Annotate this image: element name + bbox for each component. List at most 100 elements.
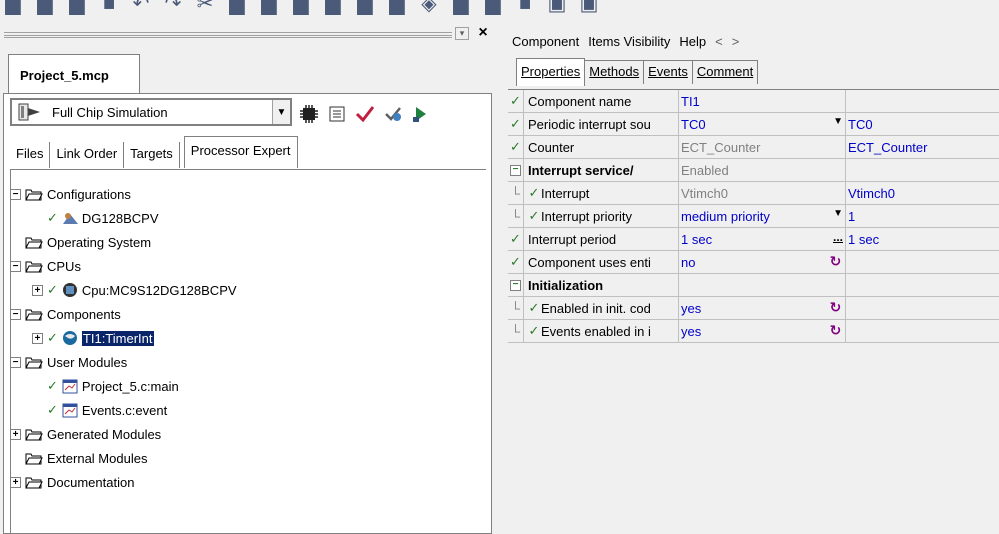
chevron-down-icon[interactable]: ▼ bbox=[833, 208, 843, 219]
tab-properties[interactable]: Properties bbox=[516, 58, 586, 86]
toggle-icon[interactable]: ↻ bbox=[828, 254, 843, 269]
redo-icon[interactable]: ↷ bbox=[162, 0, 184, 16]
property-row[interactable]: ✓ Component name TI1 bbox=[508, 90, 999, 113]
property-value[interactable]: 1 sec... bbox=[679, 228, 846, 250]
find-next-icon[interactable]: ▆ bbox=[322, 0, 344, 16]
cut-icon[interactable]: ✂ bbox=[194, 0, 216, 16]
find-icon[interactable]: ▆ bbox=[290, 0, 312, 16]
save-icon[interactable]: ■ bbox=[98, 0, 120, 16]
tree-item[interactable]: − Configurations bbox=[10, 182, 480, 206]
property-row[interactable]: ✓ Periodic interrupt sou TC0 ▼ TC0 bbox=[508, 113, 999, 136]
tree-item[interactable]: + ✓ TI1:TimerInt bbox=[10, 326, 480, 350]
property-row[interactable]: − Initialization bbox=[508, 274, 999, 297]
replace-icon[interactable]: ▆ bbox=[354, 0, 376, 16]
tree-item[interactable]: − CPUs bbox=[10, 254, 480, 278]
generate-code-icon[interactable] bbox=[382, 104, 404, 124]
tab-targets[interactable]: Targets bbox=[124, 142, 180, 168]
expand-icon[interactable]: + bbox=[32, 284, 43, 296]
stop-icon[interactable]: ■ bbox=[514, 0, 536, 16]
folder-icon[interactable]: ▆ bbox=[66, 0, 88, 16]
new-icon[interactable]: ▆ bbox=[2, 0, 24, 16]
tree-item[interactable]: + ✓ Cpu:MC9S12DG128BCPV bbox=[10, 278, 480, 302]
property-value[interactable]: no ↻ bbox=[679, 251, 846, 273]
make-icon[interactable]: ▆ bbox=[482, 0, 504, 16]
tree-item[interactable]: ✓ Events.c:event bbox=[10, 398, 480, 422]
tree-item[interactable]: External Modules bbox=[10, 446, 480, 470]
property-name: Interrupt service/ bbox=[524, 159, 679, 181]
minus-box[interactable]: − bbox=[510, 279, 521, 291]
settings-list-icon[interactable] bbox=[326, 104, 348, 124]
toggle-icon[interactable]: ↻ bbox=[828, 323, 843, 338]
checkmark-icon: ✓ bbox=[47, 378, 58, 393]
chevron-down-icon[interactable]: ▼ bbox=[272, 100, 290, 124]
collapse-icon[interactable]: − bbox=[10, 356, 21, 368]
property-row[interactable]: └ ✓ Events enabled in i yes ↻ bbox=[508, 320, 999, 343]
property-value[interactable]: medium priority ▼ bbox=[679, 205, 846, 227]
chip-icon[interactable] bbox=[298, 104, 320, 124]
property-name: Component uses enti bbox=[524, 251, 679, 273]
property-value-text: Enabled bbox=[681, 162, 729, 178]
tree-item[interactable]: + Documentation bbox=[10, 470, 480, 494]
collapse-icon[interactable]: − bbox=[10, 188, 21, 200]
collapse-icon[interactable]: − bbox=[508, 274, 524, 296]
minus-box[interactable]: − bbox=[510, 164, 521, 176]
property-value[interactable]: yes ↻ bbox=[679, 297, 846, 319]
back-icon[interactable]: < bbox=[715, 34, 723, 49]
window-icon[interactable]: ▆ bbox=[386, 0, 408, 16]
component-icon[interactable]: ▆ bbox=[450, 0, 472, 16]
property-name-text: Counter bbox=[528, 139, 575, 155]
properties-icon[interactable]: ▣ bbox=[578, 0, 600, 16]
forward-icon[interactable]: > bbox=[732, 34, 740, 49]
expand-icon[interactable]: + bbox=[32, 332, 43, 344]
undo-icon[interactable]: ↶ bbox=[130, 0, 152, 16]
menu-items-visibility[interactable]: Items Visibility bbox=[588, 34, 670, 49]
tab-processor-expert[interactable]: Processor Expert bbox=[183, 136, 298, 168]
property-row[interactable]: − Interrupt service/Enabled bbox=[508, 159, 999, 182]
run-icon[interactable] bbox=[410, 104, 432, 124]
tree-item[interactable]: − User Modules bbox=[10, 350, 480, 374]
property-row[interactable]: └ ✓ Enabled in init. cod yes ↻ bbox=[508, 297, 999, 320]
debug-icon[interactable]: ◈ bbox=[418, 0, 440, 16]
tab-files[interactable]: Files bbox=[10, 142, 51, 168]
project-file-tab[interactable]: Project_5.mcp bbox=[8, 54, 140, 94]
window-list-icon[interactable]: ▣ bbox=[546, 0, 568, 16]
property-row[interactable]: ✓ Counter ECT_Counter ECT_Counter bbox=[508, 136, 999, 159]
menu-help[interactable]: Help bbox=[679, 34, 706, 49]
collapse-icon[interactable]: − bbox=[10, 308, 21, 320]
toggle-icon[interactable]: ↻ bbox=[828, 300, 843, 315]
tab-comment[interactable]: Comment bbox=[691, 60, 759, 84]
menu-component[interactable]: Component bbox=[512, 34, 579, 49]
tree-item[interactable]: + Generated Modules bbox=[10, 422, 480, 446]
tree-item-label: Configurations bbox=[47, 186, 131, 202]
property-row[interactable]: └ ✓ Interrupt Vtimch0 Vtimch0 bbox=[508, 182, 999, 205]
property-row[interactable]: ✓ Interrupt period 1 sec... 1 sec bbox=[508, 228, 999, 251]
open-icon[interactable]: ▆ bbox=[34, 0, 56, 16]
tree-item[interactable]: ✓ DG128BCPV bbox=[10, 206, 480, 230]
collapse-icon[interactable]: − bbox=[508, 159, 524, 181]
chevron-down-icon[interactable]: ▼ bbox=[833, 116, 843, 127]
window-grip[interactable] bbox=[4, 32, 452, 38]
expand-icon[interactable]: + bbox=[10, 428, 21, 440]
tab-events[interactable]: Events bbox=[643, 60, 693, 84]
close-icon[interactable]: × bbox=[474, 25, 492, 41]
pane-splitter[interactable] bbox=[498, 22, 506, 534]
tab-label: Properties bbox=[521, 64, 581, 79]
scroll-down-button[interactable]: ▾ bbox=[455, 27, 469, 40]
collapse-icon[interactable]: − bbox=[10, 260, 21, 272]
expand-icon[interactable]: + bbox=[10, 476, 21, 488]
ellipsis-button[interactable]: ... bbox=[833, 230, 843, 244]
property-row[interactable]: ✓ Component uses enti no ↻ bbox=[508, 251, 999, 274]
tree-item[interactable]: Operating System bbox=[10, 230, 480, 254]
verify-icon[interactable] bbox=[354, 104, 376, 124]
tree-item[interactable]: − Components bbox=[10, 302, 480, 326]
copy-icon[interactable]: ▆ bbox=[226, 0, 248, 16]
target-select[interactable]: Full Chip Simulation ▼ bbox=[10, 98, 292, 126]
tab-methods[interactable]: Methods bbox=[584, 60, 645, 84]
folder-icon bbox=[25, 356, 43, 369]
property-value[interactable]: TC0 ▼ bbox=[679, 113, 846, 135]
paste-icon[interactable]: ▆ bbox=[258, 0, 280, 16]
property-row[interactable]: └ ✓ Interrupt priority medium priority ▼ 1 bbox=[508, 205, 999, 228]
property-value[interactable]: yes ↻ bbox=[679, 320, 846, 342]
tab-link-order[interactable]: Link Order bbox=[50, 142, 125, 168]
tree-item[interactable]: ✓ Project_5.c:main bbox=[10, 374, 480, 398]
